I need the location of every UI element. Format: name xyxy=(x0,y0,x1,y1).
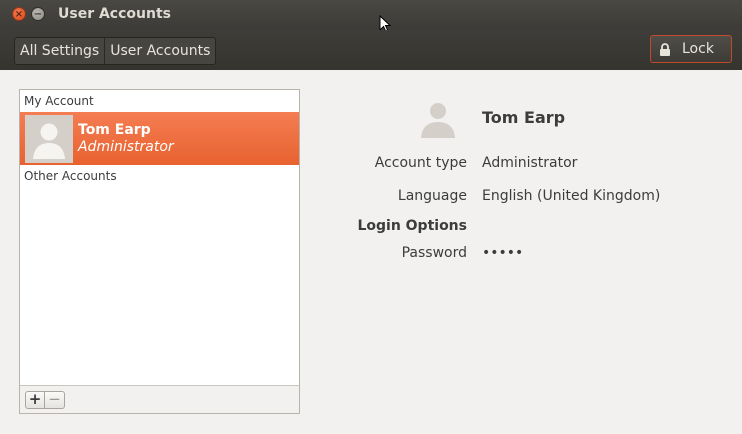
toolbar: All Settings User Accounts Lock xyxy=(0,30,742,70)
avatar xyxy=(25,115,73,163)
remove-user-button[interactable]: − xyxy=(45,391,65,409)
list-toolbar: + − xyxy=(20,385,299,413)
account-type-label: Account type xyxy=(374,155,467,171)
login-options-heading: Login Options xyxy=(357,218,467,234)
list-item-tom-earp[interactable]: Tom Earp Administrator xyxy=(20,112,299,165)
password-value[interactable]: ••••• xyxy=(482,245,523,261)
other-accounts-header: Other Accounts xyxy=(24,169,117,183)
user-avatar-icon[interactable] xyxy=(418,98,458,138)
user-silhouette-icon xyxy=(33,123,65,159)
title-bar: × − User Accounts xyxy=(0,0,742,33)
account-type-value[interactable]: Administrator xyxy=(482,155,577,171)
user-full-name[interactable]: Tom Earp xyxy=(482,108,565,127)
language-label: Language xyxy=(397,188,467,204)
window-title: User Accounts xyxy=(58,6,171,22)
language-value[interactable]: English (United Kingdom) xyxy=(482,188,660,204)
list-item-role: Administrator xyxy=(78,139,174,155)
password-label: Password xyxy=(401,245,467,261)
my-account-header: My Account xyxy=(24,94,94,108)
accounts-list: My Account Tom Earp Administrator Other … xyxy=(19,89,300,414)
lock-icon xyxy=(660,43,670,56)
breadcrumb-all-settings[interactable]: All Settings xyxy=(15,38,104,64)
breadcrumb-user-accounts[interactable]: User Accounts xyxy=(104,38,215,64)
minimize-window-button[interactable]: − xyxy=(31,7,45,21)
lock-button-label: Lock xyxy=(682,41,714,57)
lock-button[interactable]: Lock xyxy=(650,35,732,63)
close-window-button[interactable]: × xyxy=(12,7,26,21)
list-item-name: Tom Earp xyxy=(78,122,151,138)
add-user-button[interactable]: + xyxy=(25,391,45,409)
breadcrumb: All Settings User Accounts xyxy=(14,37,217,65)
